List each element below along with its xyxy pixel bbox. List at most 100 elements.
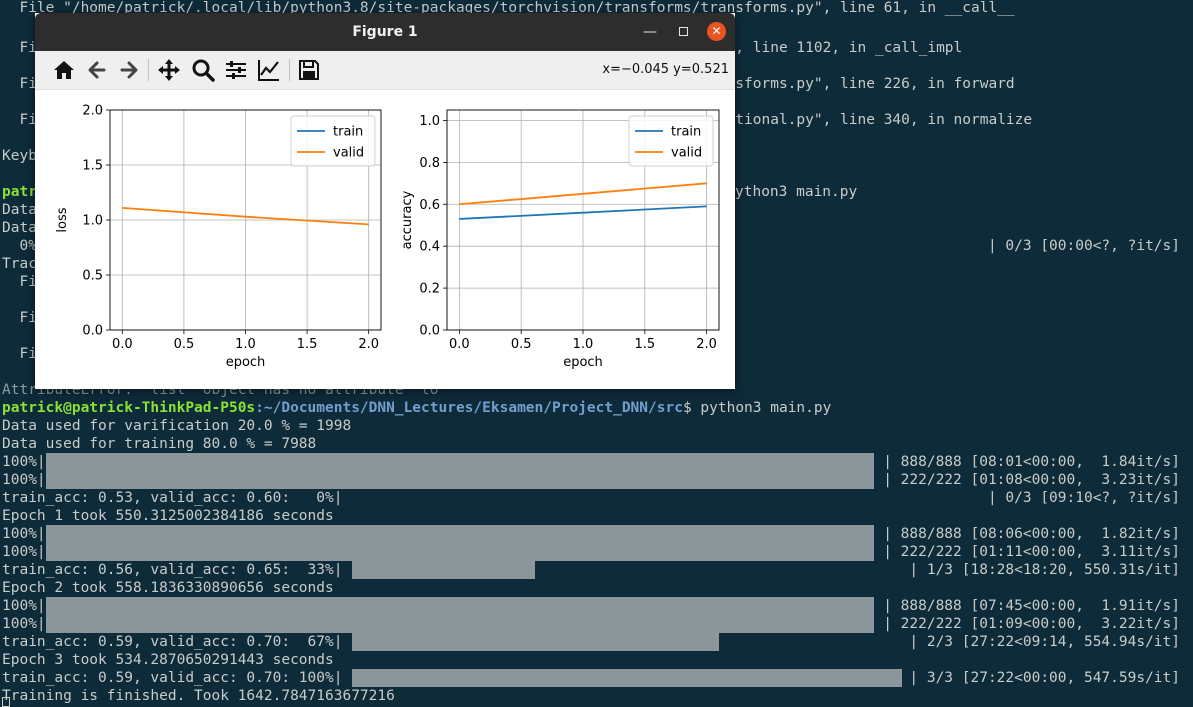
figure-titlebar[interactable]: Figure 1 — ✕ [35, 13, 735, 51]
y-tick-label: 1.5 [82, 159, 103, 174]
y-tick-label: 0.2 [419, 282, 440, 297]
prompt-path: :~/Documents/DNN_Lectures/Eksamen/Projec… [255, 400, 683, 416]
terminal-line-fragment: Fi [2, 346, 37, 362]
progress-bar [46, 471, 874, 489]
progress-suffix: | 3/3 [27:22<00:00, 547.59s/it] [909, 670, 1180, 686]
progress-suffix: | 2/3 [27:22<09:14, 554.94s/it] [909, 634, 1180, 650]
y-axis-label: accuracy [400, 190, 415, 249]
previous-progress-fragment: | 0/3 [00:00<?, ?it/s] [987, 238, 1180, 254]
plot-area[interactable]: 0.0 0.5 1.0 1.5 2.0 0.0 0.5 1.0 1.5 2.0 epoch loss t… [35, 90, 735, 389]
x-tick-label: 2.0 [696, 337, 717, 352]
x-tick-label: 0.0 [112, 337, 133, 352]
y-tick-label: 1.0 [419, 114, 440, 129]
progress-prefix: 100%| [2, 616, 46, 632]
save-icon[interactable] [296, 57, 322, 83]
x-tick-label: 1.0 [235, 337, 256, 352]
terminal-line-fragment: Data [2, 220, 37, 236]
progress-bar [352, 633, 719, 651]
legend-label: valid [671, 146, 702, 161]
toolbar-separator [148, 59, 149, 81]
x-tick-label: 1.0 [573, 337, 594, 352]
cursor-coordinates: x=−0.045 y=0.521 [602, 62, 729, 77]
output-line: Training is finished. Took 1642.78471636… [2, 688, 395, 704]
zoom-icon[interactable] [190, 57, 216, 83]
progress-prefix: train_acc: 0.56, valid_acc: 0.65: 33%| [2, 562, 343, 578]
progress-bar [352, 561, 535, 579]
terminal-line-fragment: 0% [2, 238, 37, 254]
x-axis-label: epoch [563, 355, 603, 370]
terminal-line-fragment: Fi [2, 274, 37, 290]
progress-prefix: 100%| [2, 526, 46, 542]
terminal-line-fragment: Fi [2, 310, 37, 326]
back-icon[interactable] [84, 57, 110, 83]
prompt-user: patrick@patrick-ThinkPad-P50s [2, 400, 256, 416]
figure-toolbar: x=−0.045 y=0.521 [35, 51, 735, 90]
y-tick-label: 0.5 [82, 269, 103, 284]
progress-suffix: | 222/222 [01:09<00:00, 3.22it/s] [883, 616, 1180, 632]
y-axis-label: loss [55, 207, 70, 232]
terminal-line-fragment: Data [2, 202, 37, 218]
y-tick-label: 0.8 [419, 156, 440, 171]
y-tick-label: 2.0 [82, 104, 103, 119]
shell-prompt: patrick@patrick-ThinkPad-P50s:~/Document… [2, 399, 831, 417]
progress-suffix: | 888/888 [07:45<00:00, 1.91it/s] [883, 598, 1180, 614]
x-tick-label: 0.5 [511, 337, 532, 352]
configure-subplots-icon[interactable] [223, 57, 249, 83]
output-line: Epoch 2 took 558.1836330890656 seconds [2, 580, 334, 596]
figure-canvas[interactable]: 0.0 0.5 1.0 1.5 2.0 0.0 0.5 1.0 1.5 2.0 epoch loss t… [35, 90, 735, 389]
x-tick-label: 0.5 [174, 337, 195, 352]
progress-suffix: | 0/3 [09:10<?, ?it/s] [987, 490, 1180, 506]
maximize-icon[interactable] [674, 23, 692, 41]
progress-bar [46, 597, 874, 615]
terminal-cursor [2, 697, 10, 707]
figure-window[interactable]: Figure 1 — ✕ x=−0.045 y=0.521 0.0 0.5 1.0 1… [35, 13, 735, 389]
prompt-command: $ python3 main.py [682, 400, 832, 416]
progress-prefix: 100%| [2, 544, 46, 560]
x-tick-label: 1.5 [297, 337, 318, 352]
progress-bar [46, 615, 874, 633]
progress-prefix: train_acc: 0.59, valid_acc: 0.70: 100%| [2, 670, 343, 686]
legend-label: valid [333, 146, 364, 161]
progress-suffix: | 222/222 [01:08<00:00, 3.23it/s] [883, 472, 1180, 488]
x-tick-label: 2.0 [358, 337, 379, 352]
x-tick-label: 1.5 [634, 337, 655, 352]
y-tick-label: 0.6 [419, 198, 440, 213]
previous-command-fragment: ython3 main.py [735, 184, 858, 200]
progress-bar [46, 525, 874, 543]
y-tick-label: 0.0 [82, 324, 103, 339]
output-line: Data used for training 80.0 % = 7988 [2, 436, 317, 452]
x-tick-label: 0.0 [449, 337, 470, 352]
progress-prefix: 100%| [2, 454, 46, 470]
progress-bar [46, 543, 874, 561]
progress-suffix: | 1/3 [18:28<18:20, 550.31s/it] [909, 562, 1180, 578]
y-tick-label: 1.0 [82, 214, 103, 229]
legend-label: train [333, 125, 363, 140]
y-tick-label: 0.4 [419, 240, 440, 255]
terminal-line-fragment: Keyb [2, 148, 37, 164]
output-line: Epoch 3 took 534.2870650291443 seconds [2, 652, 334, 668]
previous-prompt-fragment: patr [2, 184, 37, 200]
legend-label: train [671, 125, 701, 140]
edit-axis-icon[interactable] [256, 57, 282, 83]
progress-suffix: | 888/888 [08:06<00:00, 1.82it/s] [883, 526, 1180, 542]
minimize-icon[interactable]: — [641, 23, 659, 41]
progress-prefix: train_acc: 0.53, valid_acc: 0.60: 0%| [2, 490, 343, 506]
progress-prefix: 100%| [2, 472, 46, 488]
progress-bar [352, 669, 902, 687]
output-line: Epoch 1 took 550.3125002384186 seconds [2, 508, 334, 524]
terminal-line-fragment: Trac [2, 256, 37, 272]
y-tick-label: 0.0 [419, 324, 440, 339]
progress-suffix: | 888/888 [08:01<00:00, 1.84it/s] [883, 454, 1180, 470]
progress-prefix: 100%| [2, 598, 46, 614]
forward-icon[interactable] [116, 57, 142, 83]
toolbar-separator [289, 59, 290, 81]
progress-suffix: | 222/222 [01:11<00:00, 3.11it/s] [883, 544, 1180, 560]
progress-bar [46, 453, 874, 471]
output-line: Data used for varification 20.0 % = 1998 [2, 418, 352, 434]
x-axis-label: epoch [226, 355, 266, 370]
figure-title: Figure 1 [352, 24, 418, 40]
home-icon[interactable] [51, 57, 77, 83]
close-icon[interactable]: ✕ [707, 22, 726, 41]
pan-icon[interactable] [156, 57, 182, 83]
progress-prefix: train_acc: 0.59, valid_acc: 0.70: 67%| [2, 634, 343, 650]
